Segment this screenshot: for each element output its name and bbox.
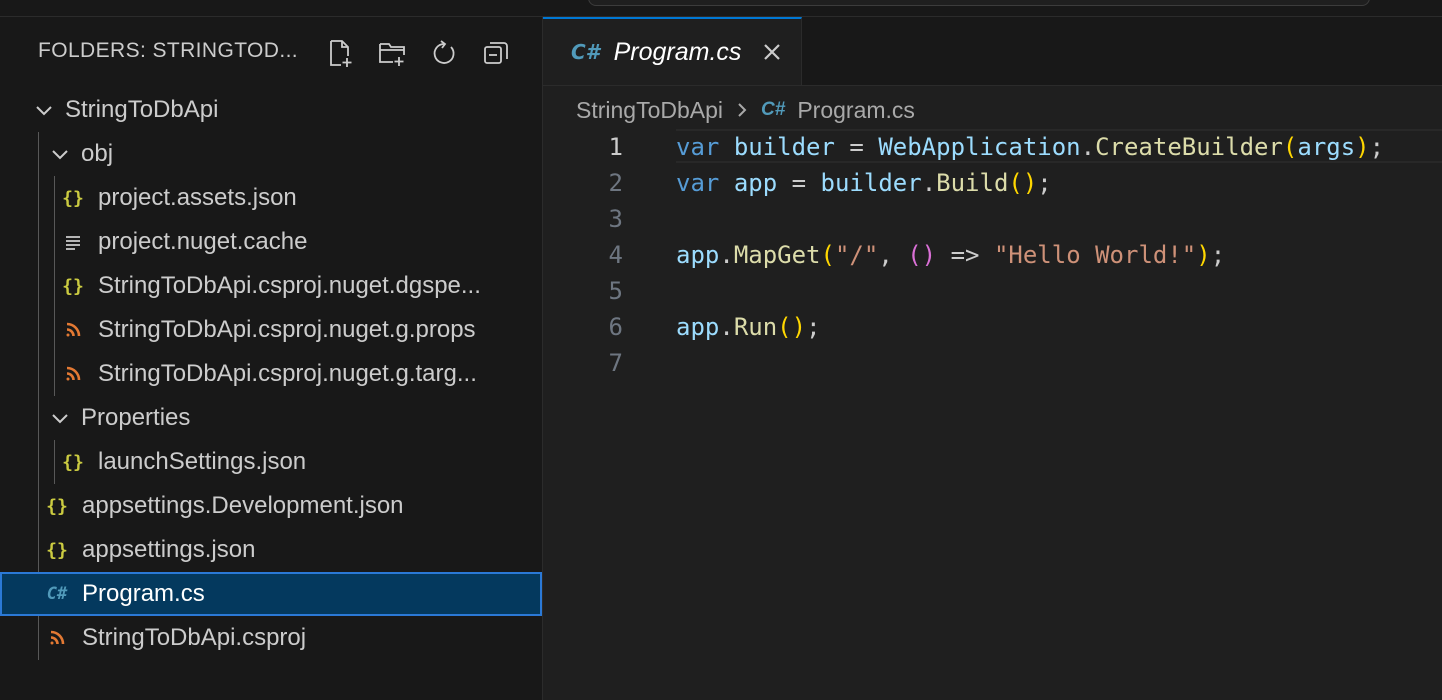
tree-label: Properties [81, 404, 191, 431]
tree-label: StringToDbApi [65, 96, 219, 123]
explorer-sidebar: FOLDERS: STRINGTOD... StringToDbApi obj … [0, 17, 543, 700]
tree-file[interactable]: StringToDbApi.csproj [0, 616, 542, 660]
tree-folder-properties[interactable]: Properties [0, 396, 542, 440]
tree-label: StringToDbApi.csproj.nuget.dgspe... [98, 272, 481, 299]
rss-file-icon [46, 627, 68, 649]
rss-file-icon [62, 319, 84, 341]
code-line: 3 [543, 201, 1442, 237]
text-file-icon [62, 231, 84, 253]
editor-area: C# Program.cs StringToDbApi C# Program.c… [543, 17, 1442, 700]
code-line: 7 [543, 345, 1442, 381]
chevron-right-icon [735, 100, 749, 120]
json-file-icon: {} [62, 275, 84, 297]
tree-file[interactable]: project.nuget.cache [0, 220, 542, 264]
refresh-icon[interactable] [426, 35, 462, 71]
tab-strip: C# Program.cs [543, 17, 1442, 86]
tree-label: appsettings.Development.json [82, 492, 404, 519]
tree-label: obj [81, 140, 114, 167]
code-text: app.MapGet("/", () => "Hello World!"); [676, 241, 1226, 269]
explorer-actions [322, 35, 514, 71]
collapse-all-icon[interactable] [478, 35, 514, 71]
title-bar [0, 0, 1442, 17]
tab-label: Program.cs [613, 37, 742, 66]
tree-label: appsettings.json [82, 536, 256, 563]
breadcrumb-folder[interactable]: StringToDbApi [576, 97, 723, 124]
csharp-file-icon: C# [571, 40, 600, 64]
tree-file[interactable]: {} launchSettings.json [0, 440, 542, 484]
chevron-down-icon [49, 407, 71, 429]
tree-file[interactable]: {} appsettings.Development.json [0, 484, 542, 528]
line-number: 6 [608, 313, 623, 341]
code-text: var app = builder.Build(); [676, 169, 1052, 197]
tree-file[interactable]: {} project.assets.json [0, 176, 542, 220]
tree-label: project.nuget.cache [98, 228, 308, 255]
csharp-file-icon: C# [46, 584, 68, 604]
json-file-icon: {} [46, 539, 68, 561]
tab-program-cs[interactable]: C# Program.cs [543, 17, 802, 85]
command-center[interactable] [588, 0, 1370, 6]
tree-label: StringToDbApi.csproj.nuget.g.props [98, 316, 476, 343]
tree-label: StringToDbApi.csproj [82, 624, 307, 651]
breadcrumb-file[interactable]: Program.cs [797, 97, 915, 124]
code-line: 4 app.MapGet("/", () => "Hello World!"); [543, 237, 1442, 273]
json-file-icon: {} [46, 495, 68, 517]
close-icon[interactable] [761, 41, 783, 63]
tree-label: launchSettings.json [98, 448, 307, 475]
json-file-icon: {} [62, 187, 84, 209]
new-folder-icon[interactable] [374, 35, 410, 71]
csharp-file-icon: C# [761, 99, 786, 120]
tree-file[interactable]: {} appsettings.json [0, 528, 542, 572]
tree-label: project.assets.json [98, 184, 297, 211]
tree-file[interactable]: StringToDbApi.csproj.nuget.g.props [0, 308, 542, 352]
tree-folder-obj[interactable]: obj [0, 132, 542, 176]
line-number: 5 [608, 277, 623, 305]
line-number: 3 [608, 205, 623, 233]
explorer-title: FOLDERS: STRINGTOD... [38, 39, 299, 62]
line-number: 2 [608, 169, 623, 197]
tree-folder-root[interactable]: StringToDbApi [0, 88, 542, 132]
tree-file[interactable]: {} StringToDbApi.csproj.nuget.dgspe... [0, 264, 542, 308]
new-file-icon[interactable] [322, 35, 358, 71]
tree-label: StringToDbApi.csproj.nuget.g.targ... [98, 360, 477, 387]
rss-file-icon [62, 363, 84, 385]
line-number: 1 [608, 133, 623, 161]
code-text: var builder = WebApplication.CreateBuild… [676, 133, 1385, 161]
explorer-header: FOLDERS: STRINGTOD... [0, 17, 542, 87]
tree-label: Program.cs [82, 580, 205, 607]
line-number: 7 [608, 349, 623, 377]
code-text: app.Run(); [676, 313, 821, 341]
code-line: 1 var builder = WebApplication.CreateBui… [543, 129, 1442, 165]
chevron-down-icon [33, 99, 55, 121]
chevron-down-icon [49, 143, 71, 165]
breadcrumb: StringToDbApi C# Program.cs [576, 95, 915, 125]
line-number: 4 [608, 241, 623, 269]
code-line: 2 var app = builder.Build(); [543, 165, 1442, 201]
code-line: 5 [543, 273, 1442, 309]
code-line: 6 app.Run(); [543, 309, 1442, 345]
tree-file-selected[interactable]: C# Program.cs [0, 572, 542, 616]
tree-file[interactable]: StringToDbApi.csproj.nuget.g.targ... [0, 352, 542, 396]
json-file-icon: {} [62, 451, 84, 473]
